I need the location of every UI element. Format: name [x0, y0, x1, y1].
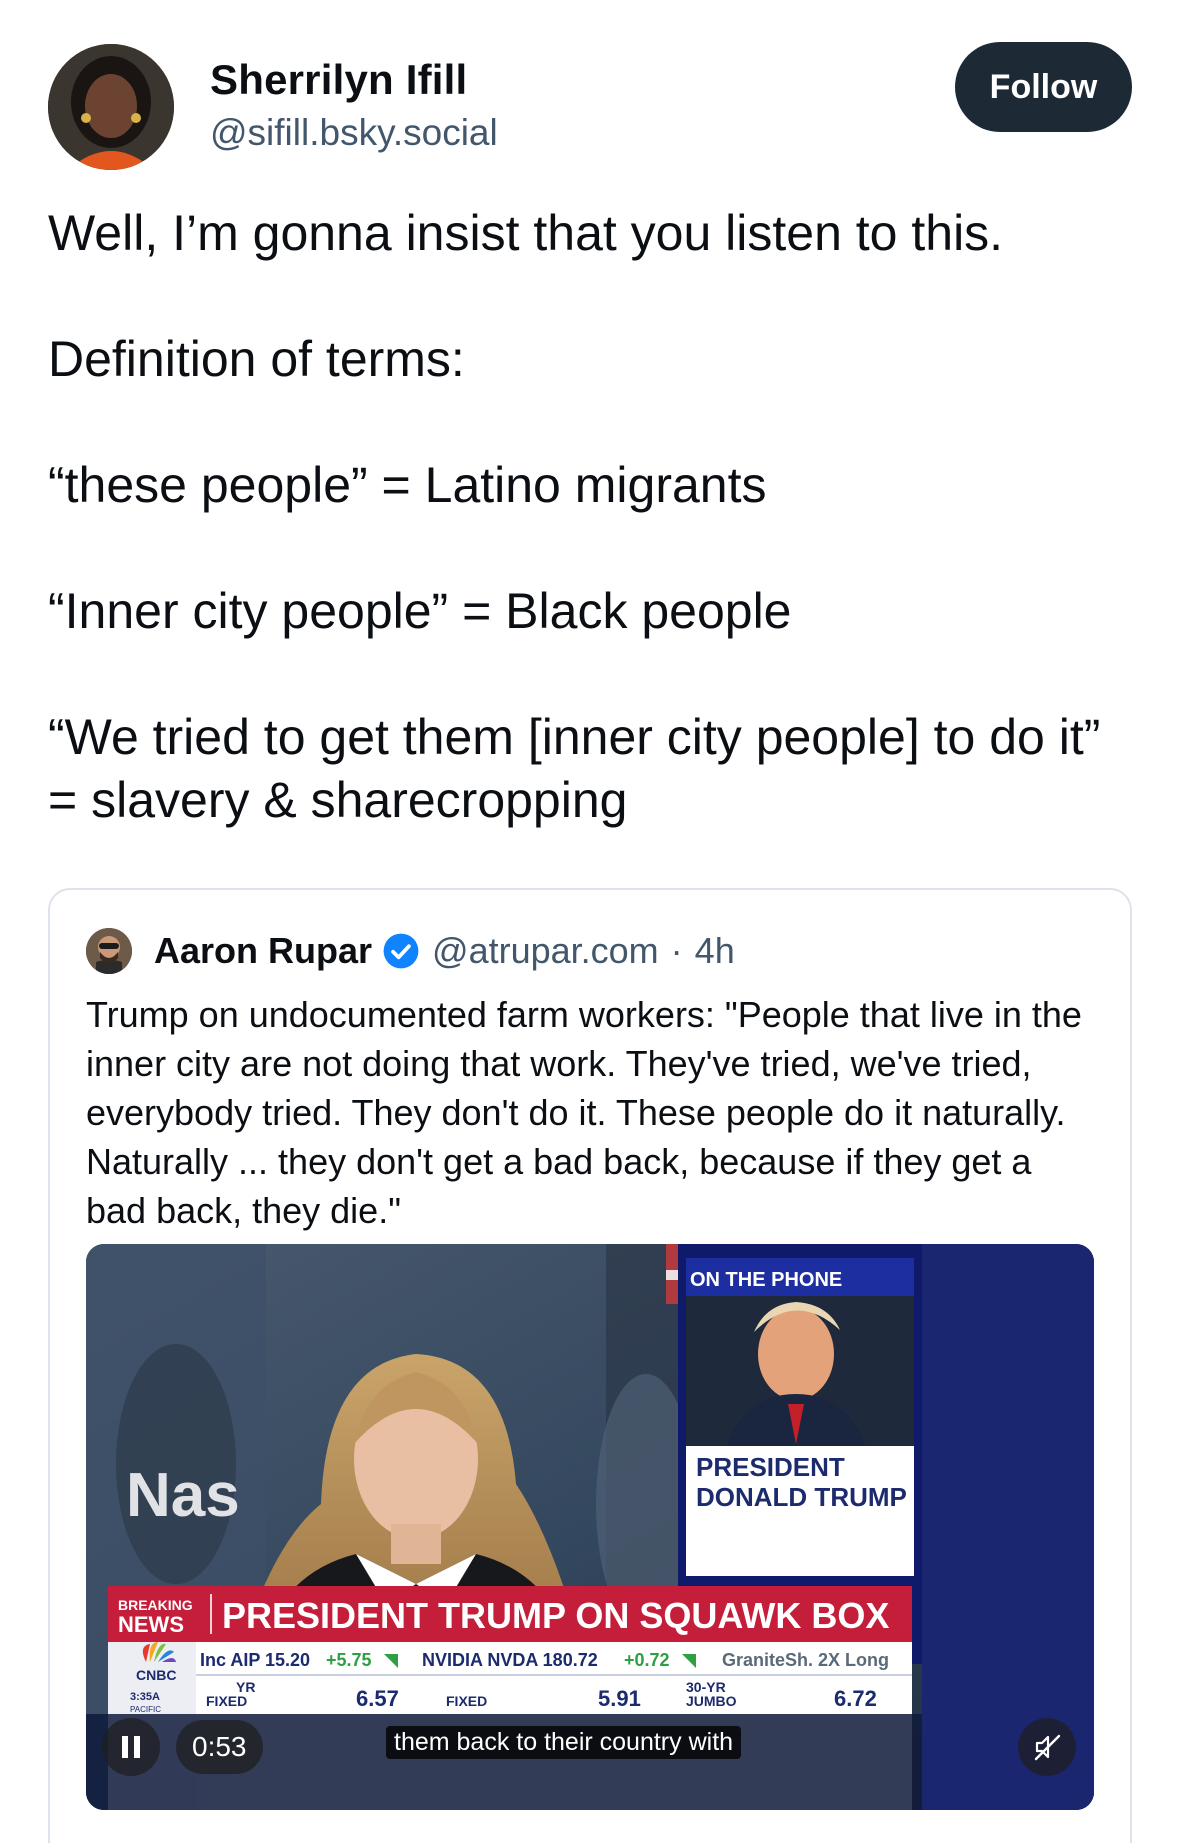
video-play-pause-button[interactable]	[102, 1718, 160, 1776]
author-avatar-image	[48, 44, 174, 170]
quoted-author-handle[interactable]: @atrupar.com	[432, 930, 659, 972]
post-paragraph: Definition of terms:	[48, 331, 465, 387]
video-mute-button[interactable]	[1018, 1718, 1076, 1776]
post-paragraph: “these people” = Latino migrants	[48, 457, 767, 513]
rate-1-value: 6.57	[356, 1686, 399, 1711]
network-logo-text: CNBC	[136, 1667, 176, 1683]
quoted-post-header: Aaron Rupar @atrupar.com · 4h	[86, 928, 735, 974]
ticker-item-1-change: +5.75	[326, 1650, 372, 1670]
news-label: NEWS	[118, 1612, 184, 1637]
ticker-item-1: Inc AIP 15.20	[200, 1650, 310, 1670]
rate-2-value: 5.91	[598, 1686, 641, 1711]
author-avatar[interactable]	[48, 44, 174, 170]
pause-icon	[122, 1736, 140, 1758]
rate-1-sub: FIXED	[206, 1693, 247, 1709]
author-handle[interactable]: @sifill.bsky.social	[210, 112, 498, 154]
meta-separator: ·	[670, 930, 683, 971]
caller-name-line2: DONALD TRUMP	[696, 1482, 907, 1512]
quoted-author-name[interactable]: Aaron Rupar	[154, 930, 372, 972]
video-player[interactable]: Nas ON THE PHONE PRESIDENT DONALD TRUMP …	[86, 1244, 1094, 1810]
verified-badge-icon	[383, 933, 419, 969]
elapsed-time-text: 0:53	[192, 1731, 247, 1762]
post-paragraph: “We tried to get them [inner city people…	[48, 709, 1101, 828]
follow-button[interactable]: Follow	[955, 42, 1132, 132]
rate-3-value: 6.72	[834, 1686, 877, 1711]
ticker-item-2-change: +0.72	[624, 1650, 670, 1670]
headline-text: PRESIDENT TRUMP ON SQUAWK BOX	[222, 1595, 889, 1636]
breaking-label: BREAKING	[118, 1597, 193, 1613]
clock-text: 3:35A	[130, 1691, 160, 1703]
quoted-post-text: Trump on undocumented farm workers: "Peo…	[86, 994, 1082, 1231]
quoted-post-card[interactable]: Aaron Rupar @atrupar.com · 4h Trump on u…	[48, 888, 1132, 1843]
post-paragraph: Well, I’m gonna insist that you listen t…	[48, 205, 1004, 261]
ticker-item-2: NVIDIA NVDA 180.72	[422, 1650, 598, 1670]
video-subtitle: them back to their country with	[386, 1726, 742, 1759]
author-name[interactable]: Sherrilyn Ifill	[210, 56, 467, 104]
rate-3-sub: JUMBO	[686, 1693, 737, 1709]
clock-zone-text: PACIFIC	[130, 1705, 161, 1714]
post-body: Well, I’m gonna insist that you listen t…	[48, 202, 1138, 832]
caller-name-line1: PRESIDENT	[696, 1452, 845, 1482]
post-header: Sherrilyn Ifill @sifill.bsky.social Foll…	[48, 40, 1132, 170]
on-the-phone-label: ON THE PHONE	[690, 1269, 842, 1291]
quoted-author-avatar-image	[86, 928, 132, 974]
backdrop-nasdaq-text: Nas	[126, 1461, 240, 1530]
rate-2-sub: FIXED	[446, 1693, 487, 1709]
muted-speaker-icon	[1034, 1734, 1061, 1761]
post-paragraph: “Inner city people” = Black people	[48, 583, 792, 639]
quoted-author-avatar[interactable]	[86, 928, 132, 974]
quoted-post-timestamp[interactable]: 4h	[695, 930, 735, 972]
video-elapsed-time: 0:53	[176, 1720, 263, 1774]
ticker-item-3: GraniteSh. 2X Long	[722, 1650, 889, 1670]
